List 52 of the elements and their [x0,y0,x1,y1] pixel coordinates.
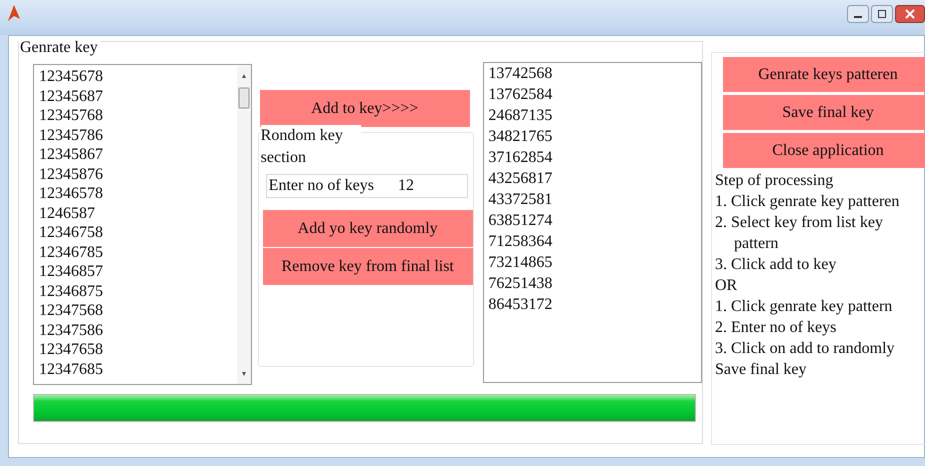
scrollbar-drawing[interactable] [236,66,251,384]
save-key-button[interactable]: Save final key [723,95,925,130]
list-item[interactable]: 12345867 [39,145,237,164]
list-item[interactable]: 86453172 [488,294,702,315]
list-item[interactable]: 37162854 [488,147,702,168]
instruction-text: Step of processing [715,171,834,191]
list-item[interactable]: 12345876 [39,164,237,184]
remove-key-button[interactable]: Remove key from final list [262,248,473,285]
list-item[interactable]: 12346758 [39,223,237,242]
list-item[interactable]: 13762584 [488,84,702,105]
close-icon[interactable] [895,5,925,23]
list-item[interactable]: 73214865 [488,252,702,273]
list-item[interactable]: 1246587 [39,204,237,223]
list-item[interactable]: 43372581 [488,189,702,210]
key-pattern-list[interactable]: 12345678 12345687 12345768 12345786 12345867 12345876 12346578 1246587 12346758 12346785 12346857 12346875 12347568 12347586 12347658 12347685 [33,64,252,385]
instruction-text: OR [715,276,738,296]
instruction-text: 2. Enter no of keys [715,318,838,338]
list-item[interactable]: 12346578 [39,184,237,204]
list-item[interactable]: 12347658 [39,340,237,360]
instruction-text: 2. Select key from list key pattern [715,213,884,254]
list-item[interactable]: 12347586 [39,320,237,340]
generate-pattern-button[interactable]: Genrate keys patteren [723,57,925,92]
list-item[interactable]: 71258364 [488,231,702,252]
list-item[interactable]: 63851274 [488,210,702,231]
instruction-text: 1. Click genrate key pattern [715,297,894,317]
instruction-text: 3. Click add to key [715,255,838,275]
key-count-field[interactable]: Enter no of keys 12 [266,174,468,198]
instruction-text: 1. Click genrate key patteren [715,192,900,212]
app-icon [8,4,20,20]
list-item[interactable]: 12345786 [39,126,237,145]
list-item[interactable]: 12346857 [39,262,237,282]
list-item[interactable]: 34821765 [488,126,702,147]
add-to-key-button[interactable]: Add to key>>>> [260,90,470,127]
maximize-icon[interactable] [871,5,893,23]
list-item[interactable]: 24687135 [488,105,702,126]
instruction-text: 3. Click on add to randomly [715,339,896,359]
list-item[interactable]: 43256817 [488,168,702,189]
minimize-icon[interactable] [847,5,869,23]
list-item[interactable]: 12346875 [39,282,237,301]
list-item[interactable]: 12345768 [39,106,237,126]
add-randomly-button[interactable]: Add yo key randomly [262,210,473,247]
list-item[interactable]: 76251438 [488,273,702,294]
list-item[interactable]: 12345678 [39,67,237,86]
close-app-button[interactable]: Close application [723,133,925,168]
final-key-list[interactable]: 13742568 13762584 24687135 34821765 37162854 43256817 43372581 63851274 71258364 73214865 76251438 86453172 [483,62,702,383]
list-item[interactable]: 12347685 [39,360,237,379]
list-item[interactable]: 12345687 [39,86,237,106]
list-item[interactable]: 13742568 [488,63,702,84]
list-item[interactable]: 12347568 [39,301,237,320]
list-item[interactable]: 12346785 [39,242,237,262]
group-title: Genrate key [19,39,100,57]
instruction-text: Save final key [715,360,808,380]
